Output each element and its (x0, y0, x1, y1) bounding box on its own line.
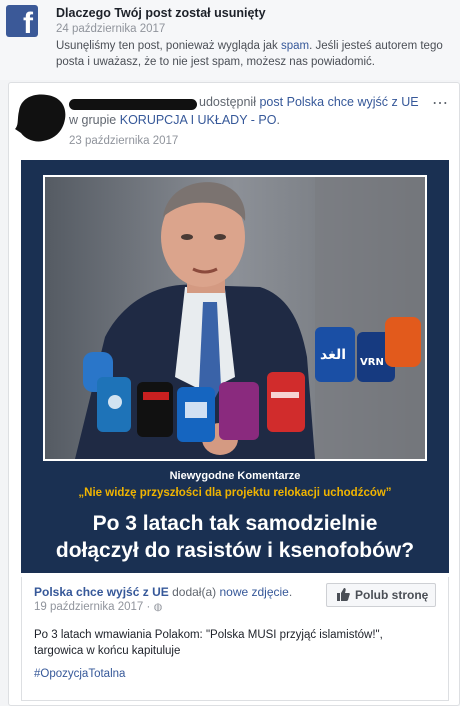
group-link[interactable]: KORUPCJA I UKŁADY - PO (120, 113, 277, 127)
thumbs-up-icon (337, 588, 350, 601)
new-photo-link[interactable]: nowe zdjęcie (219, 585, 288, 599)
spam-link[interactable]: spam (281, 40, 309, 52)
shared-header: Polska chce wyjść z UE dodał(a) nowe zdj… (34, 585, 293, 599)
post-card: udostępnił post Polska chce wyjść z UE w… (8, 82, 460, 706)
headline-line-2: dołączył do rasistów i ksenofobów? (55, 539, 415, 562)
facebook-logo-icon: f (6, 5, 38, 37)
hashtag-link[interactable]: #OpozycjaTotalna (34, 668, 125, 680)
notice-date: 24 października 2017 (56, 23, 166, 35)
shared-text: udostępnił (199, 95, 256, 109)
page-link[interactable]: Polska chce wyjść z UE (287, 95, 419, 109)
shared-date: 19 października 2017 · ◍ (34, 601, 162, 613)
shared-date-text[interactable]: 19 października 2017 · (34, 601, 150, 613)
like-page-label: Polub stronę (355, 588, 429, 602)
added-text: dodał(a) (172, 585, 217, 599)
in-group-text: w grupie (69, 113, 117, 127)
notice-body: Usunęliśmy ten post, ponieważ wygląda ja… (56, 38, 454, 70)
like-page-button[interactable]: Polub stronę (326, 583, 436, 607)
image-subtitle: Niewygodne Komentarze (169, 470, 301, 482)
post-link[interactable]: post (259, 95, 283, 109)
redaction-bar (69, 99, 197, 110)
shared-text: Po 3 latach wmawiania Polakom: "Polska M… (34, 629, 383, 657)
notice-body-text: Usunęliśmy ten post, ponieważ wygląda ja… (56, 40, 282, 52)
press-photo-illustration: الغد VRN (45, 177, 425, 459)
globe-icon: ◍ (153, 602, 163, 613)
notice-title: Dlaczego Twój post został usunięty (56, 6, 266, 20)
removal-notice: f Dlaczego Twój post został usunięty 24 … (0, 0, 460, 80)
image-quote: „Nie widzę przyszłości dla projektu relo… (78, 487, 392, 499)
shared-page-link[interactable]: Polska chce wyjść z UE (34, 585, 169, 599)
photo: الغد VRN (43, 175, 427, 461)
mic-label: الغد (320, 347, 346, 363)
headline-line-1: Po 3 latach tak samodzielnie (92, 512, 378, 535)
image-headline: Po 3 latach tak samodzielnie dołączył do… (21, 510, 449, 564)
post-image[interactable]: الغد VRN Niewygodne Komentarze „Nie widz… (21, 160, 449, 573)
avatar[interactable] (13, 91, 69, 143)
shared-post-box: Polska chce wyjść z UE dodał(a) nowe zdj… (21, 577, 449, 701)
mic-label: VRN (360, 357, 384, 368)
more-options-icon[interactable]: ⋯ (432, 93, 449, 113)
post-date[interactable]: 23 października 2017 (69, 135, 178, 147)
